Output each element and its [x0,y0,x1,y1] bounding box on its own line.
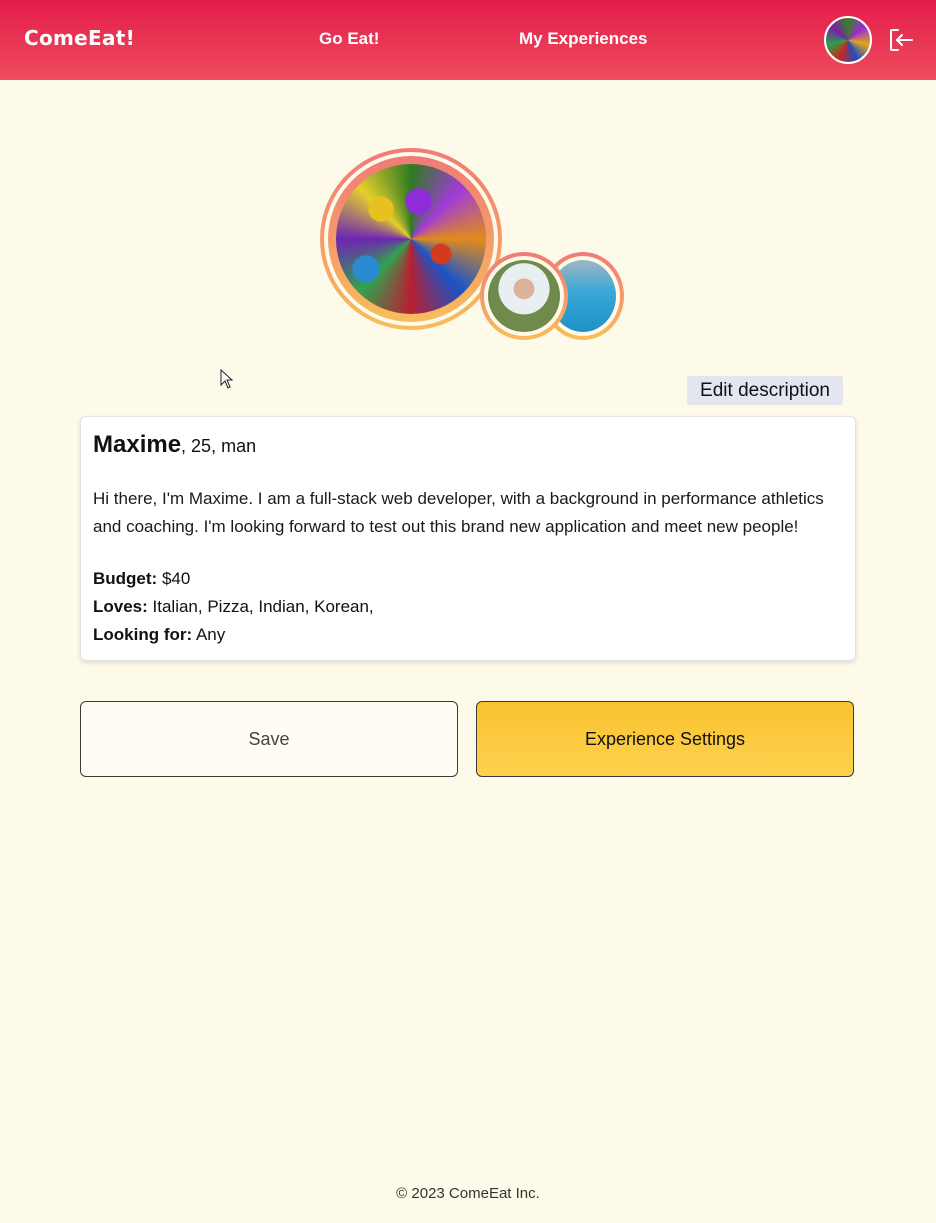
profile-photos [320,148,630,348]
profile-photo-portrait[interactable] [488,260,560,332]
footer-copyright: © 2023 ComeEat Inc. [396,1185,540,1202]
profile-name: Maxime [93,431,182,458]
looking-for-label: Looking for: [93,625,193,644]
user-avatar[interactable] [824,16,872,64]
budget-value: $40 [157,569,191,588]
logout-icon[interactable] [888,27,914,53]
profile-age-gender: , 25, man [181,436,257,456]
nav-go-eat[interactable]: Go Eat! [319,29,379,49]
save-button[interactable]: Save [80,701,458,777]
brand-logo[interactable]: ComeEat! [24,26,135,50]
loves-value: Italian, Pizza, Indian, Korean, [147,597,374,616]
loves-label: Loves: [93,597,148,616]
nav-my-experiences[interactable]: My Experiences [519,29,648,49]
budget-label: Budget: [93,569,158,588]
profile-card: Maxime, 25, man Hi there, I'm Maxime. I … [80,416,856,661]
top-navbar: ComeEat! Go Eat! My Experiences [0,0,936,80]
main-profile-photo[interactable] [336,164,486,314]
experience-settings-button[interactable]: Experience Settings [476,701,854,777]
profile-bio: Hi there, I'm Maxime. I am a full-stack … [93,489,824,536]
looking-for-value: Any [192,625,226,644]
edit-description-button[interactable]: Edit description [687,376,843,405]
mouse-cursor-icon [220,369,234,389]
budget-row: Budget: $40 [93,565,190,593]
loves-row: Loves: Italian, Pizza, Indian, Korean, [93,593,374,621]
looking-for-row: Looking for: Any [93,621,225,649]
name-line: Maxime, 25, man [93,431,256,459]
